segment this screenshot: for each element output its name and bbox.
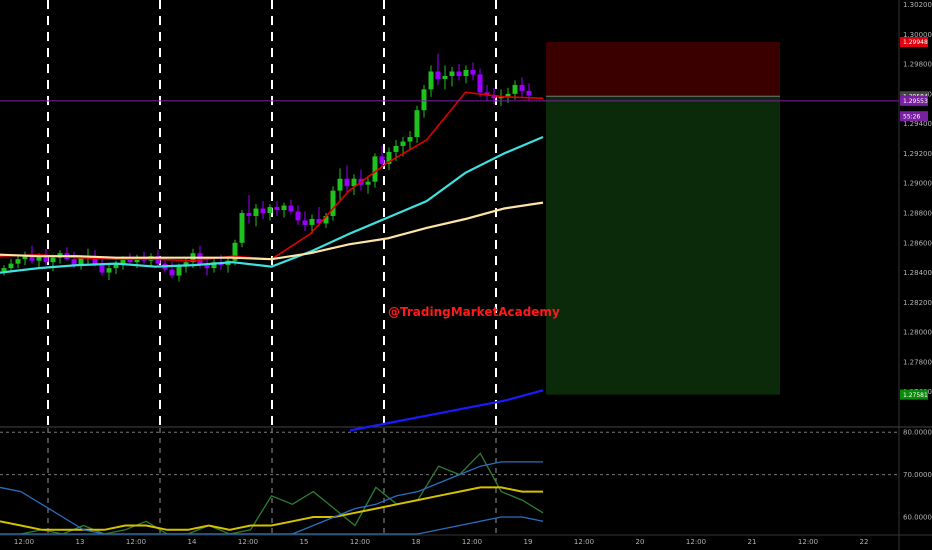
price-badge-label: 1.27581 [903, 392, 928, 399]
price-tick-label: 1.28000 [903, 329, 932, 337]
osc-tick-label: 80.00000 [903, 429, 932, 437]
moving-average-line-1 [0, 135, 544, 274]
candle-body [239, 213, 245, 243]
time-tick-label: 21 [748, 538, 757, 546]
candle-body [50, 257, 56, 263]
candle-body [414, 110, 420, 138]
candle-body [512, 84, 518, 94]
time-axis[interactable]: 12:00 13 12:00 14 12:00 15 12:00 18 12:00 19 12:00… [0, 534, 932, 546]
time-tick-label: 15 [300, 538, 309, 546]
time-tick-label: 12:00 [126, 538, 146, 546]
candle-body [267, 207, 273, 213]
candle-body [365, 181, 371, 185]
candle-body [281, 205, 287, 211]
price-tick-label: 1.28400 [903, 269, 932, 277]
time-tick-label: 19 [524, 538, 533, 546]
candle-body [477, 74, 483, 93]
candle-body [176, 266, 182, 276]
candle-body [309, 218, 315, 225]
time-tick-label: 12:00 [462, 538, 482, 546]
price-badge-label: 1.29553 [903, 98, 928, 105]
candle-body [337, 178, 343, 191]
time-tick-label: 12:00 [14, 538, 34, 546]
trading-chart[interactable]: 1.302001.300001.298001.296001.294001.292… [0, 0, 932, 550]
stop-loss-zone [546, 42, 780, 97]
candle-body [463, 70, 469, 76]
candle-body [295, 211, 301, 221]
candle-body [449, 71, 455, 76]
price-tick-label: 1.27800 [903, 358, 932, 366]
price-tick-label: 1.28800 [903, 210, 932, 218]
candle-body [470, 70, 476, 75]
candle-body [456, 71, 462, 76]
candle-body [519, 84, 525, 91]
price-tick-label: 1.29000 [903, 180, 932, 188]
oscillator-pane[interactable]: 80.00000 70.00000 60.00000 [0, 428, 932, 535]
candle-body [169, 269, 175, 276]
candle-body [15, 259, 21, 264]
price-badge-label: 55:26 [903, 113, 920, 120]
price-tick-label: 1.29400 [903, 120, 932, 128]
time-tick-label: 14 [188, 538, 197, 546]
candle-body [372, 156, 378, 182]
moving-average-line-3 [349, 389, 544, 432]
candle-body [400, 141, 406, 146]
candle-body [106, 268, 112, 273]
candle-body [421, 89, 427, 111]
price-tick-label: 1.28200 [903, 299, 932, 307]
osc-tick-label: 60.00000 [903, 514, 932, 522]
candle-body [260, 208, 266, 213]
time-tick-label: 12:00 [686, 538, 706, 546]
price-badge-label: 1.29948 [903, 39, 928, 46]
time-tick-label: 12:00 [574, 538, 594, 546]
price-tick-label: 1.30200 [903, 1, 932, 9]
candle-body [435, 71, 441, 79]
time-tick-label: 18 [412, 538, 421, 546]
candle-body [288, 205, 294, 212]
price-tick-label: 1.29200 [903, 150, 932, 158]
candle-body [526, 90, 532, 96]
candle-body [1, 268, 7, 272]
candle-body [344, 178, 350, 187]
time-tick-label: 13 [76, 538, 85, 546]
candle-body [8, 263, 14, 269]
candle-body [379, 156, 385, 164]
candle-body [302, 220, 308, 225]
candle-body [204, 265, 210, 269]
candle-body [330, 190, 336, 216]
time-tick-label: 12:00 [350, 538, 370, 546]
watermark-text: @TradingMarketAcademy [388, 305, 560, 319]
price-tick-label: 1.28600 [903, 239, 932, 247]
candle-body [253, 208, 259, 216]
candle-body [274, 207, 280, 211]
time-tick-label: 12:00 [798, 538, 818, 546]
candle-body [393, 145, 399, 152]
time-tick-label: 20 [636, 538, 645, 546]
candle-body [428, 71, 434, 90]
candle-body [407, 137, 413, 142]
time-tick-label: 12:00 [238, 538, 258, 546]
price-tick-label: 1.29800 [903, 61, 932, 69]
take-profit-zone [546, 96, 780, 395]
candle-body [246, 213, 252, 216]
osc-tick-label: 70.00000 [903, 471, 932, 479]
time-tick-label: 22 [860, 538, 869, 546]
candle-body [442, 75, 448, 79]
